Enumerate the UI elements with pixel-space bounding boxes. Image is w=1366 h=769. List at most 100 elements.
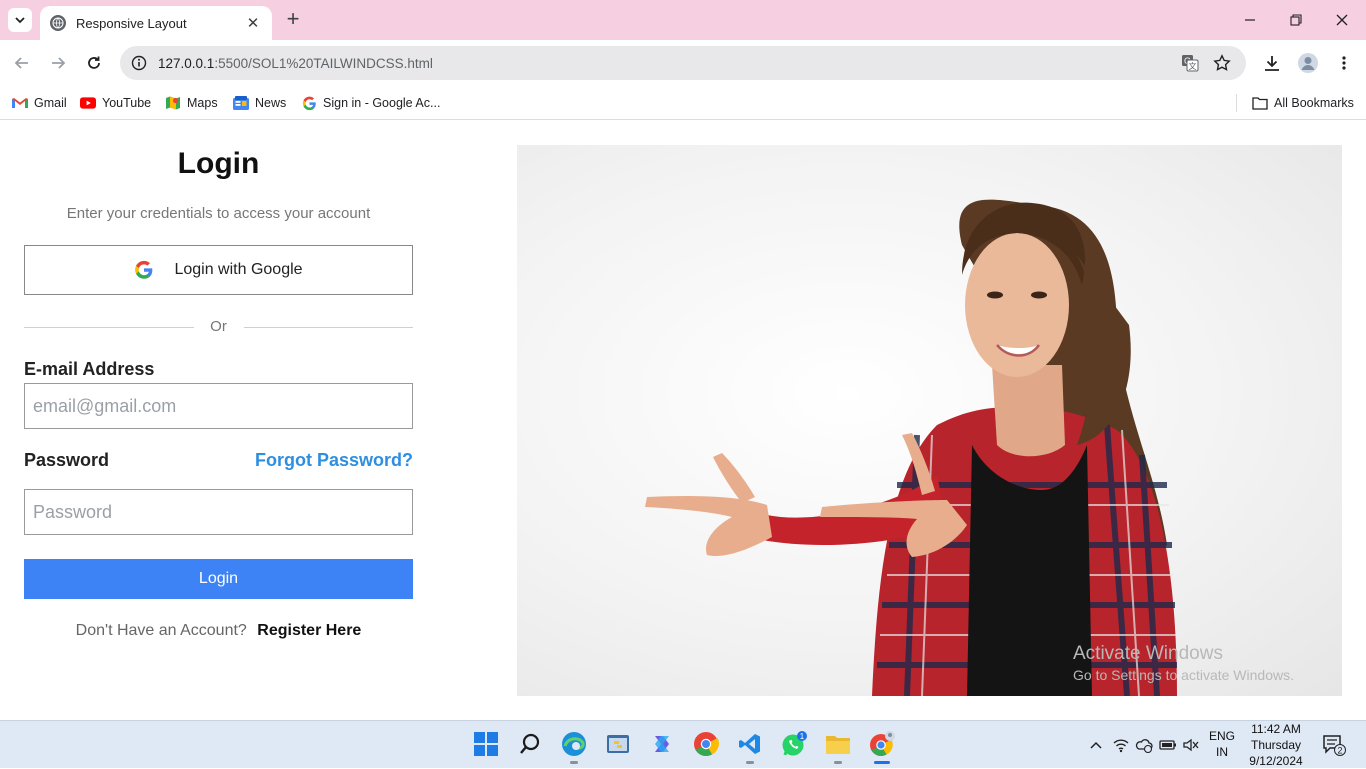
- folder-icon: [1252, 95, 1268, 111]
- volume-muted-icon[interactable]: [1181, 735, 1201, 755]
- bookmark-star-icon[interactable]: [1210, 51, 1234, 75]
- network-icon[interactable]: [1111, 735, 1131, 755]
- reload-button[interactable]: [82, 51, 106, 75]
- all-bookmarks-label: All Bookmarks: [1274, 96, 1354, 110]
- notification-icon: 2: [1323, 735, 1346, 756]
- clock-time: 11:42 AM: [1251, 722, 1301, 736]
- restore-button[interactable]: [1284, 8, 1308, 32]
- battery-icon[interactable]: [1158, 735, 1178, 755]
- browser-menu-button[interactable]: [1332, 51, 1356, 75]
- youtube-icon: [80, 95, 96, 111]
- woman-pointing-illustration: [645, 199, 1177, 696]
- hero-image: [517, 145, 1342, 696]
- windows-taskbar: 1 ENG IN 11:42 AM Thursday 9/12/2024 2: [0, 720, 1366, 768]
- bookmarks-bar: Gmail YouTube Maps News Sign in - Google…: [0, 86, 1366, 120]
- svg-text:文: 文: [1189, 61, 1197, 71]
- language-code: ENG: [1208, 729, 1235, 743]
- forgot-password-link[interactable]: Forgot Password?: [255, 450, 413, 471]
- chrome-profile-icon: [870, 731, 895, 756]
- site-info-icon[interactable]: [122, 46, 156, 80]
- bookmark-youtube[interactable]: YouTube: [80, 92, 151, 114]
- password-field[interactable]: [24, 489, 413, 535]
- notifications-button[interactable]: 2: [1322, 733, 1346, 757]
- no-account-text: Don't Have an Account?: [75, 622, 247, 639]
- start-button[interactable]: [471, 729, 501, 759]
- python-app-icon: [607, 735, 629, 753]
- address-bar[interactable]: 127.0.0.1:5500/SOL1%20TAILWINDCSS.html G…: [120, 46, 1246, 80]
- browser-tab[interactable]: Responsive Layout ✕: [40, 6, 272, 40]
- login-heading: Login: [177, 147, 260, 180]
- chevron-up-icon: [1090, 741, 1102, 749]
- globe-icon: [50, 15, 66, 31]
- arrow-left-icon: [14, 57, 28, 69]
- url-text: 127.0.0.1:5500/SOL1%20TAILWINDCSS.html: [158, 56, 433, 71]
- bookmark-news[interactable]: News: [233, 92, 286, 114]
- url-host: 127.0.0.1: [158, 55, 215, 71]
- language-region: IN: [1216, 745, 1228, 759]
- tab-search-button[interactable]: [8, 8, 32, 32]
- login-subtitle: Enter your credentials to access your ac…: [66, 205, 371, 222]
- maps-icon: [165, 95, 181, 111]
- tab-title: Responsive Layout: [76, 15, 187, 31]
- taskbar-whatsapp[interactable]: 1: [779, 729, 809, 759]
- browser-toolbar: 127.0.0.1:5500/SOL1%20TAILWINDCSS.html G…: [0, 40, 1366, 86]
- login-button[interactable]: Login: [24, 559, 413, 599]
- new-tab-button[interactable]: +: [282, 8, 304, 32]
- back-button[interactable]: [10, 51, 34, 75]
- bookmark-label: News: [255, 96, 287, 110]
- bookmark-label: Gmail: [34, 96, 67, 110]
- show-hidden-icons[interactable]: [1086, 735, 1106, 755]
- register-prompt: Don't Have an Account? Register Here: [24, 622, 413, 640]
- reload-icon: [88, 56, 100, 69]
- taskbar-search-button[interactable]: [515, 729, 545, 759]
- taskbar-copilot[interactable]: [647, 729, 677, 759]
- bookmark-gmail[interactable]: Gmail: [12, 92, 67, 114]
- taskbar-edge[interactable]: [559, 729, 589, 764]
- or-divider: Or: [24, 317, 413, 337]
- taskbar-chrome[interactable]: [691, 729, 721, 759]
- all-bookmarks-button[interactable]: All Bookmarks: [1252, 92, 1354, 114]
- bookmark-maps[interactable]: Maps: [165, 92, 218, 114]
- gmail-icon: [12, 95, 28, 111]
- google-button-label: Login with Google: [174, 261, 303, 278]
- minimize-button[interactable]: [1238, 8, 1262, 32]
- profile-avatar[interactable]: [1296, 51, 1320, 75]
- close-tab-icon[interactable]: ✕: [244, 14, 262, 32]
- whatsapp-badge: 1: [800, 732, 805, 741]
- running-indicator: [746, 761, 754, 764]
- running-indicator: [570, 761, 578, 764]
- kebab-menu-icon: [1342, 56, 1346, 70]
- google-icon: [135, 260, 153, 279]
- downloads-button[interactable]: [1260, 51, 1284, 75]
- input-language-indicator[interactable]: ENG IN: [1208, 728, 1236, 760]
- register-link[interactable]: Register Here: [257, 622, 361, 639]
- taskbar-python-app[interactable]: [603, 729, 633, 759]
- taskbar-file-explorer[interactable]: [823, 729, 853, 764]
- search-icon: [520, 733, 540, 754]
- running-indicator: [834, 761, 842, 764]
- clock-day: Thursday: [1250, 738, 1302, 752]
- notification-count: 2: [1337, 746, 1342, 756]
- url-path: :5500/SOL1%20TAILWINDCSS.html: [214, 55, 433, 71]
- vscode-icon: [739, 734, 760, 754]
- onedrive-sync-icon[interactable]: [1134, 735, 1154, 755]
- email-field[interactable]: [24, 383, 413, 429]
- bookmark-label: YouTube: [102, 96, 152, 110]
- chevron-down-icon: [15, 17, 25, 24]
- bookmark-google-signin[interactable]: Sign in - Google Ac...: [301, 92, 440, 114]
- watermark-subtitle: Go to Settings to activate Windows.: [1073, 667, 1294, 683]
- bookmarks-divider: [1236, 94, 1237, 112]
- active-indicator: [874, 761, 890, 764]
- translate-icon[interactable]: G文: [1178, 51, 1202, 75]
- avatar-icon: [1298, 53, 1318, 73]
- email-label: E-mail Address: [24, 359, 155, 379]
- forward-button[interactable]: [46, 51, 70, 75]
- watermark-title: Activate Windows: [1073, 643, 1223, 664]
- login-with-google-button[interactable]: Login with Google: [24, 245, 413, 295]
- password-label: Password: [24, 450, 110, 470]
- close-window-button[interactable]: [1330, 8, 1354, 32]
- taskbar-vscode[interactable]: [735, 729, 765, 764]
- system-clock[interactable]: 11:42 AM Thursday 9/12/2024: [1244, 721, 1308, 769]
- news-icon: [233, 95, 249, 111]
- taskbar-chrome-active[interactable]: [867, 729, 897, 764]
